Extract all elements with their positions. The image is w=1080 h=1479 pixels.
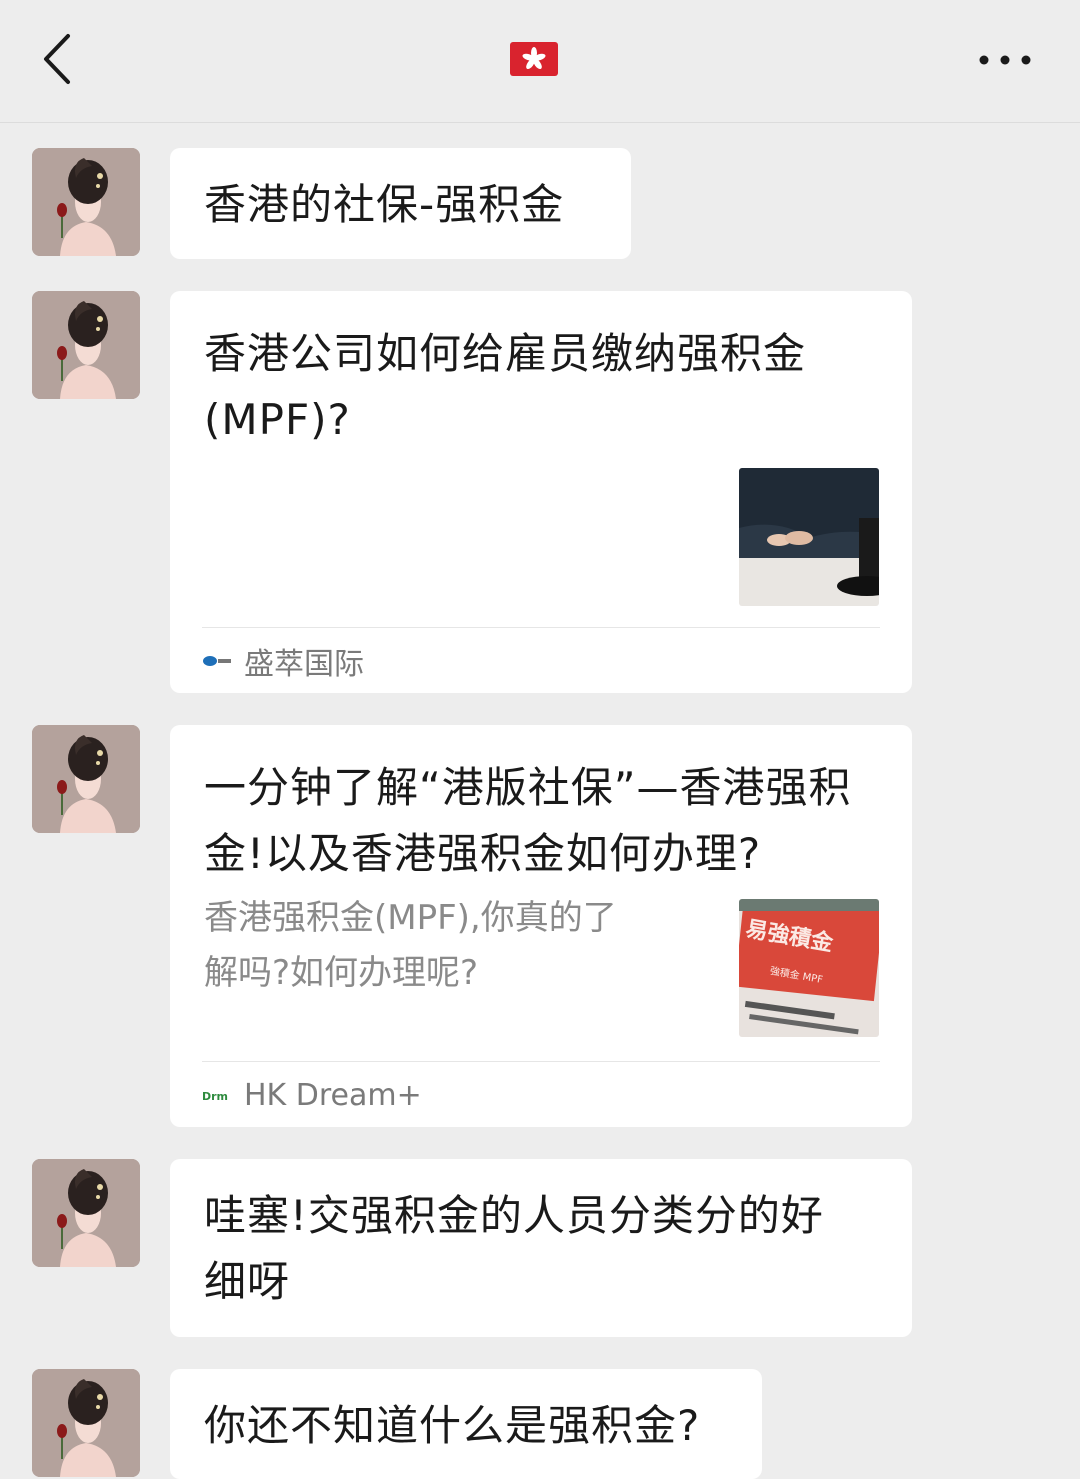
message-bubble[interactable]: 哇塞!交强积金的人员分类分的好 细呀 — [170, 1159, 912, 1337]
avatar[interactable] — [32, 725, 140, 833]
source-name: 盛萃国际 — [244, 647, 364, 682]
message-text: 香港的社保-强积金 — [204, 180, 565, 229]
link-title: 香港公司如何给雇员缴纳强积金 (MPF)? — [204, 329, 807, 444]
more-dots-icon — [979, 55, 1031, 65]
link-thumbnail: 易強積金 強積金 MPF — [739, 899, 879, 1037]
link-description: 香港强积金(MPF),你真的了 解吗?如何办理呢? — [204, 898, 617, 993]
link-source[interactable]: Drm HK Dream+ — [202, 1075, 422, 1115]
message-bubble[interactable]: 你还不知道什么是强积金? — [170, 1369, 762, 1479]
divider — [202, 1061, 880, 1062]
source-logo-icon: Drm — [202, 1090, 228, 1103]
message-text: 你还不知道什么是强积金? — [204, 1401, 701, 1450]
link-thumbnail — [739, 468, 879, 606]
chat-header — [0, 0, 1080, 123]
hong-kong-flag-icon — [510, 42, 558, 76]
message-bubble[interactable]: 香港的社保-强积金 — [170, 148, 631, 259]
more-options-button[interactable] — [970, 40, 1040, 80]
message-text: 哇塞!交强积金的人员分类分的好 细呀 — [204, 1191, 824, 1306]
svg-text:Drm: Drm — [202, 1090, 228, 1103]
link-source[interactable]: 盛萃国际 — [202, 641, 364, 682]
divider — [202, 627, 880, 628]
link-card[interactable]: 一分钟了解“港版社保”—香港强积 金!以及香港强积金如何办理? 香港强积金(MP… — [170, 725, 912, 1127]
avatar[interactable] — [32, 148, 140, 256]
chevron-left-icon — [44, 34, 70, 84]
link-card[interactable]: 香港公司如何给雇员缴纳强积金 (MPF)? 盛萃国际 — [170, 291, 912, 693]
source-logo-icon — [203, 656, 231, 666]
link-title: 一分钟了解“港版社保”—香港强积 金!以及香港强积金如何办理? — [204, 763, 852, 878]
back-button[interactable] — [30, 26, 90, 92]
avatar[interactable] — [32, 291, 140, 399]
avatar[interactable] — [32, 1369, 140, 1477]
avatar[interactable] — [32, 1159, 140, 1267]
source-name: HK Dream+ — [244, 1077, 422, 1113]
